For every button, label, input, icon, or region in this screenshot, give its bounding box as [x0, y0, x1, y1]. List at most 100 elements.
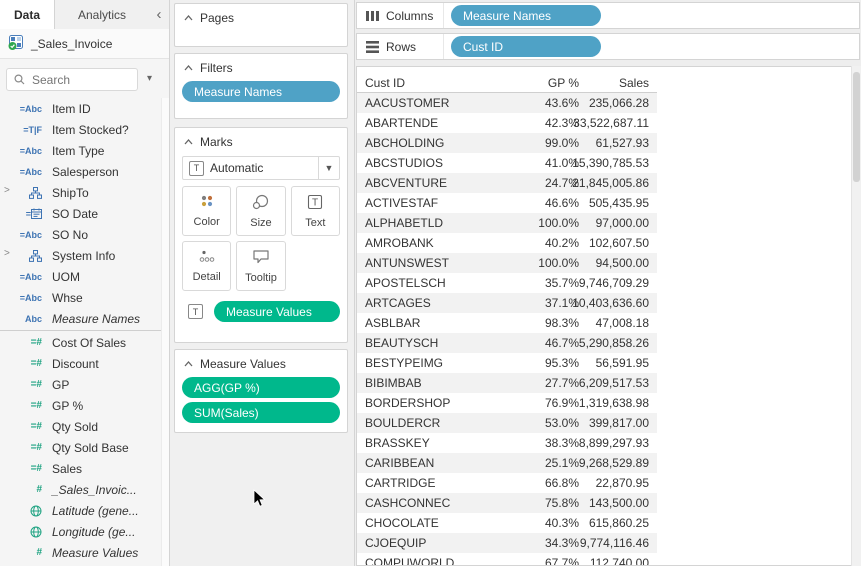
- columns-shelf[interactable]: Columns Measure Names: [356, 2, 860, 29]
- table-row[interactable]: CHOCOLATE40.3%615,860.25: [357, 513, 657, 533]
- field-item[interactable]: =AbcUOM: [0, 266, 169, 287]
- sales-cell[interactable]: 1,319,638.98: [579, 393, 649, 413]
- expand-hierarchy-icon[interactable]: >: [4, 185, 10, 196]
- cust-id-cell[interactable]: ASBLBAR: [365, 313, 420, 333]
- gp-percent-cell[interactable]: 43.6%: [545, 93, 579, 113]
- rows-shelf-pill[interactable]: Cust ID: [451, 36, 601, 57]
- scrollbar-thumb[interactable]: [853, 72, 860, 182]
- expand-hierarchy-icon[interactable]: >: [4, 248, 10, 259]
- field-item[interactable]: =AbcSO No: [0, 224, 169, 245]
- field-item[interactable]: =SO Date: [0, 203, 169, 224]
- gp-percent-cell[interactable]: 53.0%: [545, 413, 579, 433]
- sales-cell[interactable]: 112,740.00: [590, 553, 649, 566]
- cust-id-cell[interactable]: APOSTELSCH: [365, 273, 446, 293]
- table-row[interactable]: BEAUTYSCH 46.7%5,290,858.26: [357, 333, 657, 353]
- gp-percent-cell[interactable]: 25.1%: [545, 453, 579, 473]
- collapse-chevron-icon[interactable]: [184, 361, 193, 367]
- gp-percent-cell[interactable]: 35.7%: [545, 273, 579, 293]
- color-button[interactable]: Color: [182, 186, 231, 236]
- table-row[interactable]: BESTYPEIMG95.3%56,591.95: [357, 353, 657, 373]
- table-row[interactable]: ANTUNSWEST100.0%94,500.00: [357, 253, 657, 273]
- field-item[interactable]: >ShipTo: [0, 182, 169, 203]
- cust-id-cell[interactable]: ABCVENTURE: [365, 173, 447, 193]
- search-input[interactable]: [30, 72, 126, 88]
- sales-cell[interactable]: 9,746,709.29: [579, 273, 649, 293]
- sales-cell[interactable]: 94,500.00: [596, 253, 649, 273]
- cust-id-cell[interactable]: BIBIMBAB: [365, 373, 422, 393]
- table-row[interactable]: ASBLBAR 98.3% 47,008.18: [357, 313, 657, 333]
- gp-percent-cell[interactable]: 27.7%: [545, 373, 579, 393]
- datasource-item[interactable]: _Sales_Invoice: [0, 29, 169, 59]
- field-item[interactable]: =#Cost Of Sales: [0, 332, 169, 353]
- mark-type-dropdown[interactable]: T Automatic ▼: [182, 156, 340, 180]
- cust-id-cell[interactable]: CARTRIDGE: [365, 473, 435, 493]
- table-row[interactable]: ARTCAGES37.1%10,403,636.60: [357, 293, 657, 313]
- cust-id-cell[interactable]: ARTCAGES: [365, 293, 431, 313]
- gp-percent-cell[interactable]: 40.2%: [545, 233, 579, 253]
- tab-data[interactable]: Data: [0, 0, 55, 29]
- field-item[interactable]: =AbcSalesperson: [0, 161, 169, 182]
- rows-shelf[interactable]: Rows Cust ID: [356, 33, 860, 60]
- gp-percent-cell[interactable]: 99.0%: [545, 133, 579, 153]
- cust-id-cell[interactable]: ABCSTUDIOS: [365, 153, 443, 173]
- table-row[interactable]: BOULDERCR53.0%399,817.00: [357, 413, 657, 433]
- search-input-box[interactable]: [6, 68, 138, 91]
- gp-percent-cell[interactable]: 75.8%: [545, 493, 579, 513]
- sales-cell[interactable]: 9,774,116.46: [580, 533, 649, 553]
- collapse-chevron-icon[interactable]: [184, 15, 193, 21]
- field-item[interactable]: Longitude (ge...: [0, 521, 169, 542]
- cust-id-cell[interactable]: BEAUTYSCH: [365, 333, 438, 353]
- field-item[interactable]: #Measure Values: [0, 542, 169, 563]
- field-item[interactable]: =#GP %: [0, 395, 169, 416]
- field-item[interactable]: Latitude (gene...: [0, 500, 169, 521]
- size-button[interactable]: Size: [236, 186, 285, 236]
- sales-cell[interactable]: 22,870.95: [596, 473, 649, 493]
- collapse-chevron-icon[interactable]: [184, 65, 193, 71]
- table-row[interactable]: BRASSKEY38.3%8,899,297.93: [357, 433, 657, 453]
- measure-values-pill[interactable]: SUM(Sales): [182, 402, 340, 423]
- columns-shelf-pill[interactable]: Measure Names: [451, 5, 601, 26]
- sales-cell[interactable]: 399,817.00: [589, 413, 649, 433]
- sales-cell[interactable]: 8,899,297.93: [579, 433, 649, 453]
- gp-percent-cell[interactable]: 34.3%: [545, 533, 579, 553]
- cust-id-cell[interactable]: ACTIVESTAF: [365, 193, 438, 213]
- sales-cell[interactable]: 5,290,858.26: [579, 333, 649, 353]
- sales-cell[interactable]: 6,209,517.53: [579, 373, 649, 393]
- cust-id-cell[interactable]: AMROBANK: [365, 233, 434, 253]
- search-options-caret-icon[interactable]: ▾: [147, 73, 152, 84]
- table-row[interactable]: ALPHABETLD100.0%97,000.00: [357, 213, 657, 233]
- field-item[interactable]: =AbcWhse: [0, 287, 169, 308]
- gp-percent-cell[interactable]: 100.0%: [538, 213, 579, 233]
- table-row[interactable]: AACUSTOMER43.6%235,066.28: [357, 93, 657, 113]
- sales-cell[interactable]: 102,607.50: [589, 233, 649, 253]
- sales-cell[interactable]: 56,591.95: [596, 353, 649, 373]
- cust-id-cell[interactable]: CJOEQUIP: [365, 533, 426, 553]
- table-row[interactable]: ABARTENDE42.3%33,522,687.11: [357, 113, 657, 133]
- sales-cell[interactable]: 33,522,687.11: [573, 113, 649, 133]
- dropdown-caret-icon[interactable]: ▼: [318, 157, 339, 179]
- gp-percent-cell[interactable]: 98.3%: [545, 313, 579, 333]
- gp-percent-cell[interactable]: 95.3%: [545, 353, 579, 373]
- sales-cell[interactable]: 15,390,785.53: [572, 153, 649, 173]
- field-item[interactable]: =#Discount: [0, 353, 169, 374]
- gp-percent-cell[interactable]: 38.3%: [545, 433, 579, 453]
- cust-id-cell[interactable]: ABARTENDE: [365, 113, 438, 133]
- gp-percent-cell[interactable]: 40.3%: [545, 513, 579, 533]
- cust-id-cell[interactable]: CARIBBEAN: [365, 453, 434, 473]
- field-item[interactable]: =#GP: [0, 374, 169, 395]
- table-row[interactable]: CJOEQUIP 34.3%9,774,116.46: [357, 533, 657, 553]
- table-row[interactable]: COMPUWORLD67.7%112,740.00: [357, 553, 657, 566]
- gp-percent-cell[interactable]: 46.7%: [545, 333, 579, 353]
- worksheet-view[interactable]: Cust ID GP % Sales AACUSTOMER43.6%235,06…: [356, 66, 851, 566]
- gp-percent-cell[interactable]: 67.7%: [545, 553, 579, 566]
- gp-percent-cell[interactable]: 46.6%: [545, 193, 579, 213]
- field-item[interactable]: =AbcItem ID: [0, 98, 169, 119]
- sales-cell[interactable]: 47,008.18: [596, 313, 649, 333]
- tooltip-button[interactable]: Tooltip: [236, 241, 285, 291]
- collapse-chevron-icon[interactable]: [184, 139, 193, 145]
- gp-percent-cell[interactable]: 76.9%: [545, 393, 579, 413]
- cust-id-cell[interactable]: ABCHOLDING: [365, 133, 444, 153]
- field-list-scrollbar[interactable]: [161, 98, 169, 566]
- marks-pill-measure-values[interactable]: Measure Values: [214, 301, 340, 322]
- table-row[interactable]: CARTRIDGE66.8%22,870.95: [357, 473, 657, 493]
